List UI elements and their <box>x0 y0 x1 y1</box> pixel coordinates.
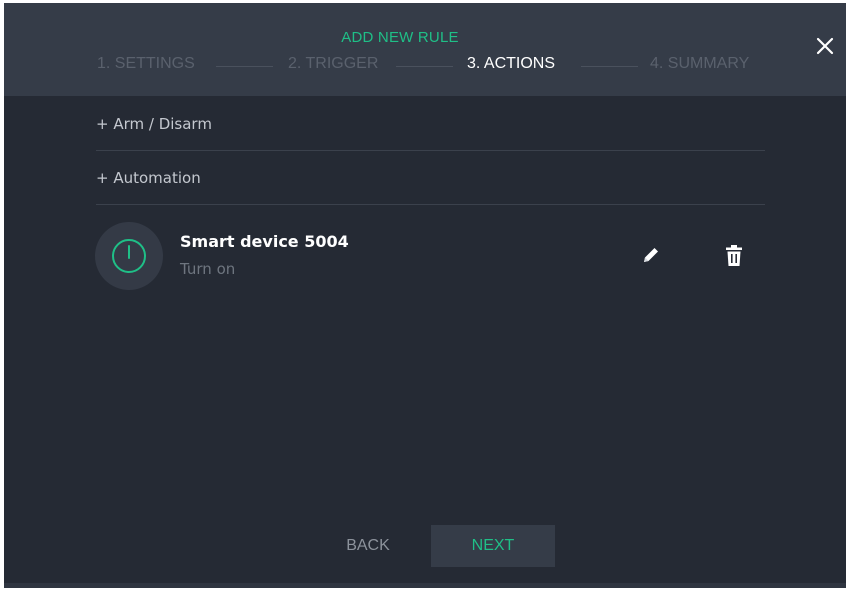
pencil-icon <box>644 248 658 262</box>
step-divider <box>216 66 273 67</box>
step-actions: 3. ACTIONS <box>467 55 556 72</box>
dialog-title: ADD NEW RULE <box>341 29 459 46</box>
next-button[interactable]: NEXT <box>431 525 555 567</box>
edit-button[interactable] <box>640 244 662 266</box>
add-rule-dialog: ADD NEW RULE 1. SETTINGS 2. TRIGGER 3. A… <box>4 3 846 588</box>
divider <box>96 150 765 151</box>
divider <box>96 204 765 205</box>
power-icon <box>112 239 146 273</box>
device-name: Smart device 5004 <box>180 232 349 251</box>
dialog-bottom-edge <box>4 583 846 588</box>
step-settings: 1. SETTINGS <box>97 55 195 72</box>
trash-icon <box>726 245 742 266</box>
close-button[interactable] <box>812 33 838 59</box>
back-button[interactable]: BACK <box>324 525 412 567</box>
step-trigger: 2. TRIGGER <box>288 55 379 72</box>
delete-button[interactable] <box>723 244 745 268</box>
step-divider <box>581 66 638 67</box>
device-icon-container <box>95 222 163 290</box>
add-automation-action[interactable]: + Automation <box>96 169 201 187</box>
dialog-header: ADD NEW RULE 1. SETTINGS 2. TRIGGER 3. A… <box>4 3 846 96</box>
step-indicator: 1. SETTINGS 2. TRIGGER 3. ACTIONS 4. SUM… <box>4 55 846 81</box>
add-arm-disarm-action[interactable]: + Arm / Disarm <box>96 115 212 133</box>
step-divider <box>396 66 453 67</box>
close-icon <box>816 37 834 55</box>
step-summary: 4. SUMMARY <box>650 55 750 72</box>
device-action: Turn on <box>180 260 236 278</box>
